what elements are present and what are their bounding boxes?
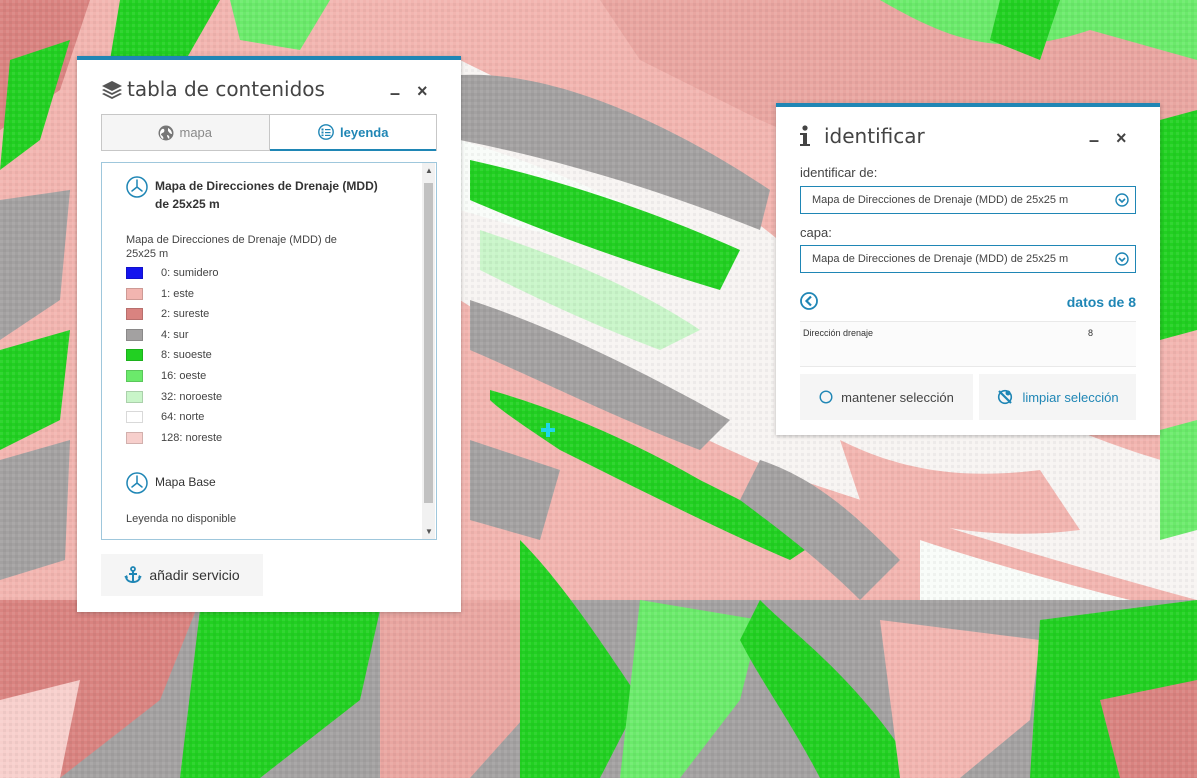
identify-layer-value: Mapa de Direcciones de Drenaje (MDD) de … bbox=[812, 253, 1069, 265]
legend-item: 2: sureste bbox=[126, 308, 210, 321]
legend-layer-subtitle: Mapa de Direcciones de Drenaje (MDD) de … bbox=[126, 234, 337, 260]
legend-item: 128: noreste bbox=[126, 431, 223, 444]
minimize-button[interactable]: – bbox=[1089, 131, 1099, 149]
results-nav: datos de 8 bbox=[800, 291, 1136, 313]
identify-from-label: identificar de: bbox=[800, 165, 878, 180]
legend-item: 1: este bbox=[126, 287, 195, 300]
service-icon bbox=[126, 176, 148, 198]
scroll-down-icon[interactable]: ▼ bbox=[425, 527, 433, 536]
legend-scrollbar[interactable]: ▲ ▼ bbox=[422, 163, 435, 539]
globe-icon bbox=[158, 125, 174, 140]
info-icon bbox=[798, 125, 812, 152]
legend-item-label: 8: suoeste bbox=[161, 349, 212, 362]
tab-mapa[interactable]: mapa bbox=[102, 115, 270, 151]
clear-selection-icon bbox=[998, 389, 1013, 405]
legend-scroll-thumb[interactable] bbox=[424, 183, 433, 503]
chevron-down-icon bbox=[1115, 193, 1129, 207]
legend-swatch bbox=[126, 308, 143, 321]
toc-title: tabla de contenidos bbox=[127, 77, 325, 101]
layers-icon bbox=[101, 80, 123, 105]
identify-from-select[interactable]: Mapa de Direcciones de Drenaje (MDD) de … bbox=[800, 186, 1136, 214]
tab-mapa-label: mapa bbox=[179, 125, 213, 140]
legend-item: 0: sumidero bbox=[126, 267, 218, 279]
legend-base-heading: Mapa Base bbox=[126, 472, 216, 494]
identify-layer-label: capa: bbox=[800, 225, 832, 240]
add-service-label: añadir servicio bbox=[149, 567, 240, 583]
result-field: Dirección drenaje bbox=[803, 328, 874, 338]
identify-panel: identificar – × identificar de: Mapa de … bbox=[776, 103, 1160, 435]
toc-panel: tabla de contenidos – × mapa leyenda Map… bbox=[77, 56, 461, 612]
legend-item-label: 4: sur bbox=[161, 328, 189, 341]
legend-item: 16: oeste bbox=[126, 370, 206, 382]
anchor-icon bbox=[124, 566, 143, 584]
legend-swatch bbox=[126, 390, 143, 403]
scroll-up-icon[interactable]: ▲ bbox=[425, 166, 433, 175]
legend-item: 32: noroeste bbox=[126, 390, 223, 403]
legend-list[interactable]: Mapa de Direcciones de Drenaje (MDD) de … bbox=[101, 162, 437, 540]
identify-from-value: Mapa de Direcciones de Drenaje (MDD) de … bbox=[812, 194, 1069, 206]
legend-layer-title: Mapa de Direcciones de Drenaje (MDD) de … bbox=[155, 179, 378, 211]
legend-item-label: 2: sureste bbox=[161, 308, 210, 321]
legend-item-label: 64: norte bbox=[161, 411, 205, 424]
legend-base-title: Mapa Base bbox=[155, 475, 216, 489]
legend-swatch bbox=[126, 267, 143, 279]
tab-leyenda[interactable]: leyenda bbox=[269, 115, 436, 151]
legend-swatch bbox=[126, 431, 143, 444]
legend-item: 8: suoeste bbox=[126, 349, 212, 362]
chevron-down-icon bbox=[1115, 252, 1129, 266]
legend-item: 64: norte bbox=[126, 411, 205, 424]
result-value: 8 bbox=[1088, 328, 1094, 338]
minimize-button[interactable]: – bbox=[390, 84, 400, 102]
previous-icon[interactable] bbox=[800, 292, 818, 310]
legend-swatch bbox=[126, 411, 143, 424]
radio-icon bbox=[819, 390, 833, 404]
keep-selection-button[interactable]: mantener selección bbox=[800, 374, 973, 420]
keep-selection-label: mantener selección bbox=[841, 389, 954, 405]
legend-icon bbox=[318, 124, 334, 140]
legend-item-label: 0: sumidero bbox=[161, 267, 219, 279]
legend-layer-heading: Mapa de Direcciones de Drenaje (MDD) de … bbox=[126, 176, 380, 213]
identify-title: identificar bbox=[824, 124, 925, 148]
legend-item-label: 16: oeste bbox=[161, 370, 207, 382]
legend-item-label: 32: noroeste bbox=[161, 390, 223, 403]
close-button[interactable]: × bbox=[417, 82, 428, 100]
identify-layer-select[interactable]: Mapa de Direcciones de Drenaje (MDD) de … bbox=[800, 245, 1136, 273]
legend-swatch bbox=[126, 349, 143, 362]
legend-item-label: 128: noreste bbox=[161, 431, 223, 444]
tab-leyenda-label: leyenda bbox=[340, 124, 389, 140]
legend-item: 4: sur bbox=[126, 328, 189, 341]
clear-selection-label: limpiar selección bbox=[1022, 389, 1119, 405]
results-count: datos de 8 bbox=[1066, 294, 1136, 310]
result-row: Dirección drenaje 8 bbox=[800, 321, 1136, 367]
legend-swatch bbox=[126, 287, 143, 300]
legend-swatch bbox=[126, 370, 143, 382]
toc-tabs: mapa leyenda bbox=[101, 114, 437, 151]
legend-item-label: 1: este bbox=[161, 287, 195, 300]
close-button[interactable]: × bbox=[1116, 129, 1127, 147]
legend-base-note: Leyenda no disponible bbox=[126, 513, 237, 525]
service-icon bbox=[126, 472, 148, 494]
add-service-button[interactable]: añadir servicio bbox=[101, 554, 263, 596]
clear-selection-button[interactable]: limpiar selección bbox=[979, 374, 1136, 420]
legend-swatch bbox=[126, 328, 143, 341]
